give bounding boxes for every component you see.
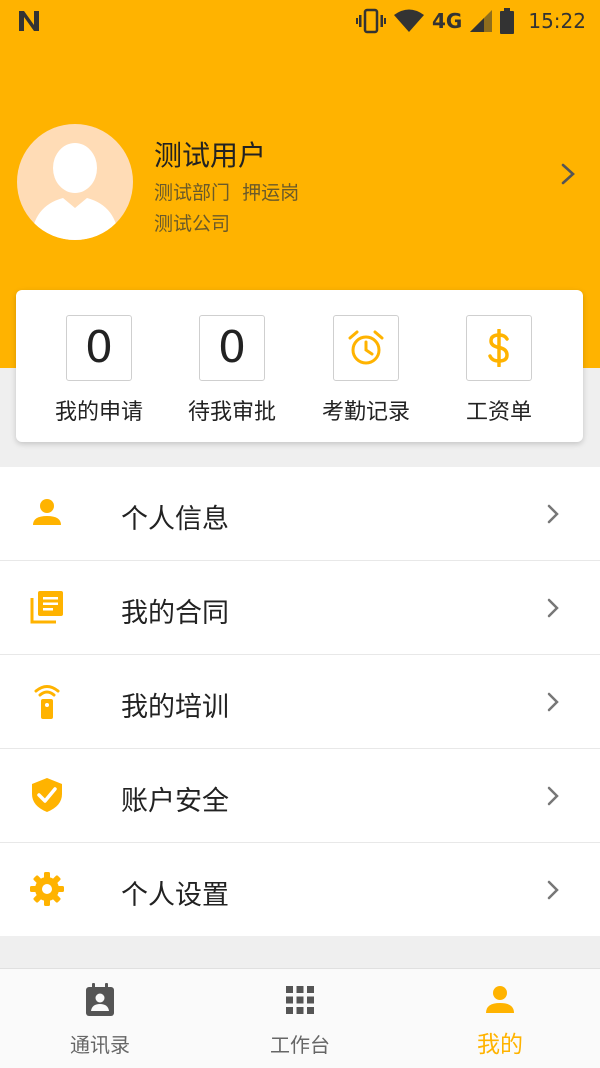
avatar[interactable]	[17, 124, 133, 240]
notification-n-icon	[19, 11, 39, 31]
chevron-right-icon	[547, 598, 559, 618]
tab-label: 工作台	[270, 1033, 330, 1057]
user-name: 测试用户	[154, 139, 267, 172]
applications-count: 0	[85, 322, 113, 373]
quick-attendance-records[interactable]: 考勤记录	[283, 290, 417, 442]
chevron-right-icon	[547, 504, 559, 524]
menu-label: 个人设置	[121, 880, 229, 911]
menu-label: 个人信息	[121, 504, 229, 535]
chevron-right-icon	[547, 786, 559, 806]
icon-box	[333, 315, 399, 381]
profile-row[interactable]: 测试用户 测试部门 押运岗 测试公司	[0, 118, 600, 248]
quick-actions-card: 0 我的申请 0 待我审批 考勤记录 工资单	[16, 290, 583, 442]
dollar-icon	[488, 329, 509, 367]
quick-my-applications[interactable]: 0 我的申请	[16, 290, 150, 442]
count-box: 0	[66, 315, 132, 381]
chevron-right-icon	[547, 692, 559, 712]
vibrate-icon	[356, 8, 387, 34]
clock-text: 15:22	[528, 9, 586, 33]
chevron-right-icon	[561, 163, 575, 185]
quick-label: 工资单	[465, 400, 532, 425]
person-icon	[33, 499, 61, 525]
chevron-right-icon	[547, 880, 559, 900]
menu-item-my-contract[interactable]: 我的合同	[0, 561, 600, 655]
menu-label: 账户安全	[121, 786, 229, 817]
icon-box	[466, 315, 532, 381]
tab-workbench[interactable]: 工作台	[200, 969, 400, 1068]
user-department-role: 测试部门 押运岗	[154, 182, 300, 204]
menu-item-my-training[interactable]: 我的培训	[0, 655, 600, 749]
bottom-tab-bar: 通讯录 工作台 我的	[0, 968, 600, 1068]
shield-check-icon	[32, 778, 62, 812]
signal-icon	[470, 10, 493, 32]
status-bar: 4G 15:22	[0, 0, 600, 42]
contacts-icon	[86, 983, 114, 1016]
training-icon	[34, 685, 60, 719]
tab-mine[interactable]: 我的	[400, 969, 600, 1068]
person-icon	[486, 986, 514, 1013]
tab-contacts[interactable]: 通讯录	[0, 969, 200, 1068]
tab-label: 我的	[477, 1032, 523, 1058]
tab-label: 通讯录	[70, 1033, 130, 1057]
user-company: 测试公司	[154, 213, 231, 235]
network-type-text: 4G	[432, 9, 463, 33]
menu-item-personal-info[interactable]: 个人信息	[0, 467, 600, 561]
default-avatar-icon	[31, 143, 119, 240]
menu-label: 我的合同	[121, 598, 229, 629]
grid-icon	[286, 986, 314, 1014]
menu-item-account-security[interactable]: 账户安全	[0, 749, 600, 843]
menu-label: 我的培训	[121, 692, 229, 723]
pending-count: 0	[218, 322, 246, 373]
quick-payslip[interactable]: 工资单	[416, 290, 550, 442]
menu-item-personal-settings[interactable]: 个人设置	[0, 843, 600, 936]
contract-icon	[30, 591, 63, 624]
wifi-icon	[394, 9, 425, 32]
status-icons: 4G 15:22	[356, 6, 586, 36]
count-box: 0	[199, 315, 265, 381]
gear-icon	[30, 872, 64, 906]
alarm-clock-icon	[348, 330, 384, 365]
settings-menu: 个人信息 我的合同 我的培训 账户安全 个人设置	[0, 467, 600, 936]
quick-pending-approvals[interactable]: 0 待我审批	[149, 290, 283, 442]
battery-icon	[500, 8, 515, 34]
